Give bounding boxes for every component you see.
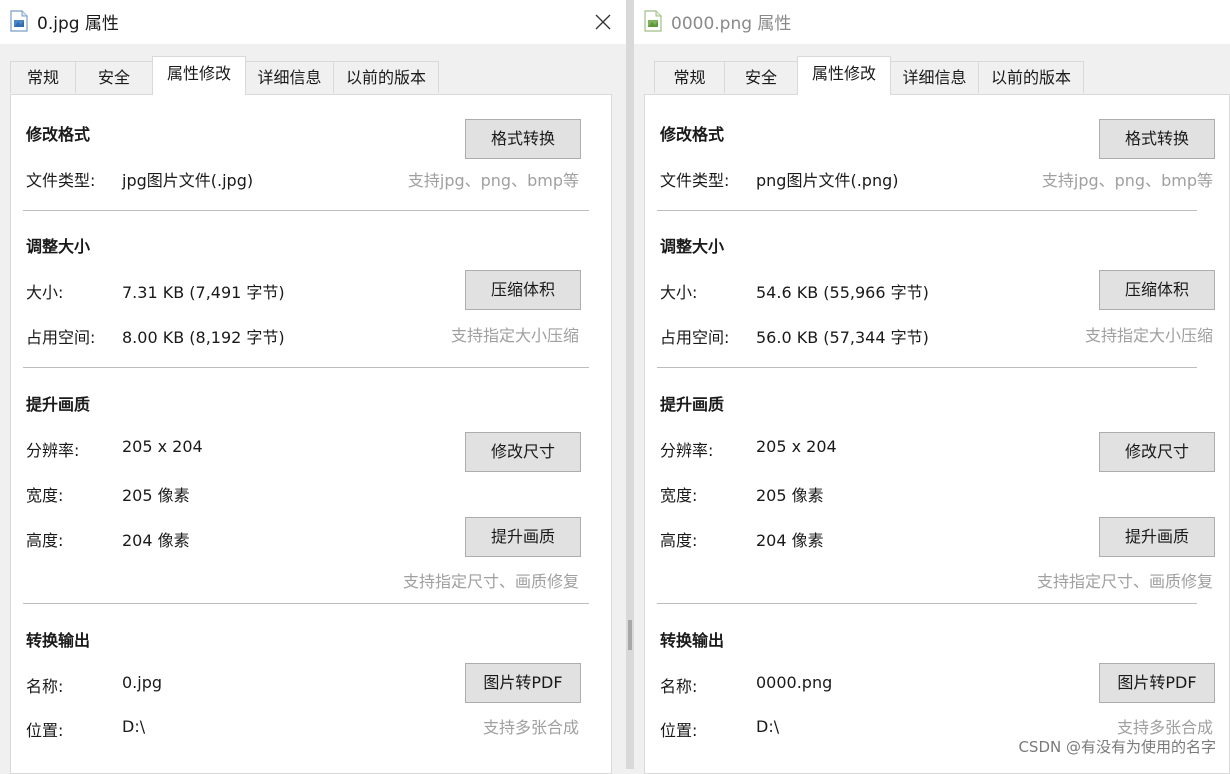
tab-attribute-edit[interactable]: 属性修改	[152, 56, 246, 95]
width-label: 宽度:	[660, 486, 698, 505]
location-value: D:\	[122, 717, 146, 736]
tab-details[interactable]: 详细信息	[245, 61, 334, 93]
height-label: 高度:	[660, 531, 698, 550]
scrollbar-thumb[interactable]	[628, 620, 632, 650]
name-value: 0000.png	[756, 673, 833, 692]
tab-general[interactable]: 常规	[10, 61, 76, 93]
tab-previous-versions[interactable]: 以前的版本	[333, 61, 439, 93]
format-section-title: 修改格式	[26, 125, 91, 144]
format-convert-button[interactable]: 格式转换	[1099, 119, 1215, 159]
csdn-watermark: CSDN @有没有为使用的名字	[1018, 738, 1216, 756]
window-title: 0000.png 属性	[671, 14, 792, 34]
resize-dimensions-button[interactable]: 修改尺寸	[1099, 432, 1215, 472]
height-value: 204 像素	[756, 531, 824, 550]
image-to-pdf-button[interactable]: 图片转PDF	[465, 663, 581, 703]
divider	[23, 603, 589, 604]
properties-window-right: 0000.png 属性 常规 安全 属性修改 详细信息 以前的版本 修改格式 格…	[634, 0, 1230, 774]
format-section-title: 修改格式	[660, 125, 725, 144]
format-hint: 支持jpg、png、bmp等	[407, 171, 579, 190]
name-label: 名称:	[26, 677, 64, 696]
disk-size-value: 8.00 KB (8,192 字节)	[122, 328, 285, 347]
width-value: 205 像素	[756, 486, 824, 505]
file-type-value: jpg图片文件(.jpg)	[122, 171, 254, 190]
properties-window-left: 0.jpg 属性 常规 安全 属性修改 详细信息 以前的版本 修改格式 格式转换…	[0, 0, 626, 774]
resolution-value: 205 x 204	[756, 437, 837, 456]
enhance-quality-button[interactable]: 提升画质	[465, 517, 581, 557]
resize-section-title: 调整大小	[660, 237, 725, 256]
title-bar[interactable]: 0.jpg 属性	[0, 0, 626, 44]
image-file-icon	[644, 10, 662, 32]
file-type-label: 文件类型:	[660, 171, 730, 190]
name-label: 名称:	[660, 677, 698, 696]
tab-bar: 常规 安全 属性修改 详细信息 以前的版本	[10, 56, 626, 95]
width-label: 宽度:	[26, 486, 64, 505]
title-bar[interactable]: 0000.png 属性	[634, 0, 1230, 44]
width-value: 205 像素	[122, 486, 190, 505]
disk-size-label: 占用空间:	[660, 328, 730, 347]
window-splitter[interactable]	[626, 0, 634, 769]
image-to-pdf-button[interactable]: 图片转PDF	[1099, 663, 1215, 703]
format-convert-button[interactable]: 格式转换	[465, 119, 581, 159]
quality-section-title: 提升画质	[660, 395, 725, 414]
tab-previous-versions[interactable]: 以前的版本	[978, 61, 1084, 93]
size-label: 大小:	[660, 283, 698, 302]
close-icon	[595, 14, 611, 30]
disk-size-value: 56.0 KB (57,344 字节)	[756, 328, 929, 347]
image-file-icon	[10, 10, 28, 32]
resize-hint: 支持指定大小压缩	[1084, 326, 1213, 345]
height-label: 高度:	[26, 531, 64, 550]
divider	[657, 210, 1197, 211]
tab-general[interactable]: 常规	[654, 61, 725, 93]
height-value: 204 像素	[122, 531, 190, 550]
size-value: 54.6 KB (55,966 字节)	[756, 283, 929, 302]
tab-attribute-edit[interactable]: 属性修改	[797, 56, 891, 95]
enhance-quality-button[interactable]: 提升画质	[1099, 517, 1215, 557]
output-hint: 支持多张合成	[482, 718, 579, 737]
location-label: 位置:	[660, 721, 698, 740]
quality-hint: 支持指定尺寸、画质修复	[402, 572, 579, 591]
location-value: D:\	[756, 717, 780, 736]
divider	[23, 210, 589, 211]
resize-hint: 支持指定大小压缩	[450, 326, 579, 345]
output-section-title: 转换输出	[660, 631, 725, 650]
size-label: 大小:	[26, 283, 64, 302]
file-type-label: 文件类型:	[26, 171, 96, 190]
tab-details[interactable]: 详细信息	[890, 61, 979, 93]
output-hint: 支持多张合成	[1116, 718, 1213, 737]
resolution-label: 分辨率:	[660, 441, 714, 460]
divider	[23, 367, 589, 368]
tab-security[interactable]: 安全	[75, 61, 153, 93]
output-section-title: 转换输出	[26, 631, 91, 650]
divider	[657, 367, 1197, 368]
tab-bar: 常规 安全 属性修改 详细信息 以前的版本	[644, 56, 1230, 95]
format-hint: 支持jpg、png、bmp等	[1041, 171, 1213, 190]
location-label: 位置:	[26, 721, 64, 740]
compress-button[interactable]: 压缩体积	[1099, 270, 1215, 310]
resolution-label: 分辨率:	[26, 441, 80, 460]
window-title: 0.jpg 属性	[37, 14, 119, 34]
compress-button[interactable]: 压缩体积	[465, 270, 581, 310]
quality-section-title: 提升画质	[26, 395, 91, 414]
resolution-value: 205 x 204	[122, 437, 203, 456]
disk-size-label: 占用空间:	[26, 328, 96, 347]
attribute-edit-panel: 修改格式 格式转换 文件类型: png图片文件(.png) 支持jpg、png、…	[644, 94, 1230, 774]
resize-dimensions-button[interactable]: 修改尺寸	[465, 432, 581, 472]
size-value: 7.31 KB (7,491 字节)	[122, 283, 285, 302]
attribute-edit-panel: 修改格式 格式转换 文件类型: jpg图片文件(.jpg) 支持jpg、png、…	[10, 94, 612, 774]
tab-security[interactable]: 安全	[724, 61, 798, 93]
file-type-value: png图片文件(.png)	[756, 171, 899, 190]
name-value: 0.jpg	[122, 673, 163, 692]
quality-hint: 支持指定尺寸、画质修复	[1036, 572, 1213, 591]
close-button[interactable]	[580, 0, 626, 44]
resize-section-title: 调整大小	[26, 237, 91, 256]
divider	[657, 603, 1197, 604]
